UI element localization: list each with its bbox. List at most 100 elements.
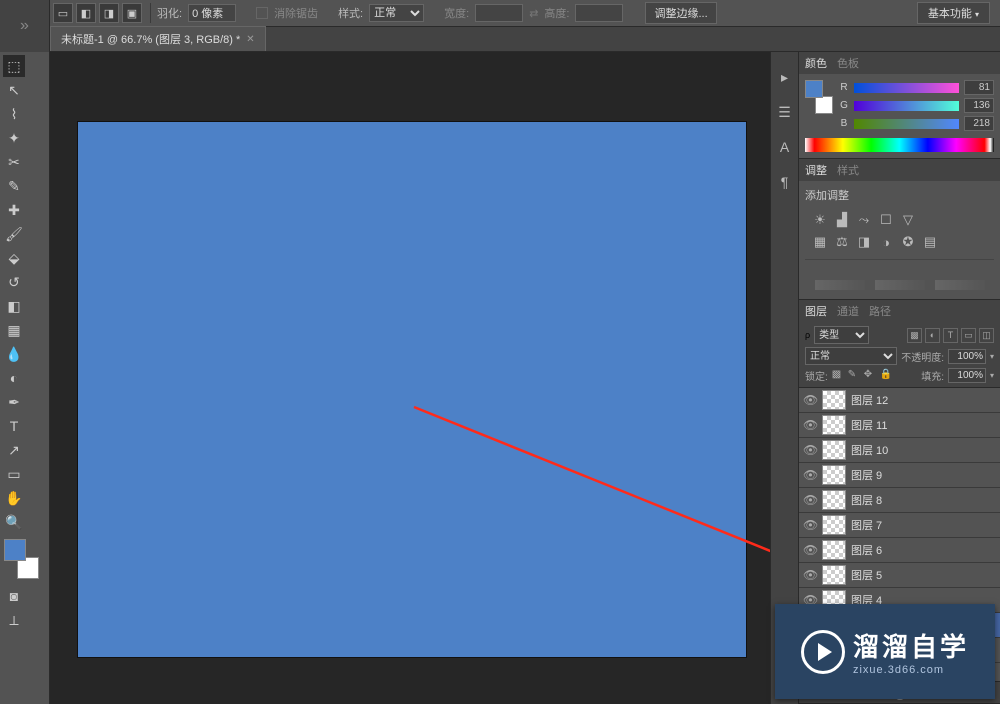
tab-swatches[interactable]: 色板 bbox=[837, 55, 859, 71]
tab-channels[interactable]: 通道 bbox=[837, 303, 859, 319]
marquee-tool[interactable]: ⬚ bbox=[3, 55, 25, 77]
photo-filter-icon[interactable]: ◑ bbox=[877, 233, 895, 251]
filter-shape-icon[interactable]: ▭ bbox=[961, 328, 976, 343]
layer-name[interactable]: 图层 12 bbox=[851, 392, 888, 408]
layer-name[interactable]: 图层 9 bbox=[851, 467, 882, 483]
layer-row[interactable]: 👁 图层 6 bbox=[799, 538, 1000, 563]
visibility-icon[interactable]: 👁 bbox=[803, 468, 817, 482]
shape-tool[interactable]: ▭ bbox=[3, 463, 25, 485]
levels-icon[interactable]: ▟ bbox=[833, 211, 851, 229]
intersect-selection-icon[interactable]: ▣ bbox=[122, 3, 142, 23]
quick-mask-tool[interactable]: ◙ bbox=[3, 585, 25, 607]
layer-name[interactable]: 图层 8 bbox=[851, 492, 882, 508]
layer-thumbnail[interactable] bbox=[823, 516, 845, 534]
layer-thumbnail[interactable] bbox=[823, 491, 845, 509]
vibrance-icon[interactable]: ▽ bbox=[899, 211, 917, 229]
layer-thumbnail[interactable] bbox=[823, 416, 845, 434]
character-panel-icon[interactable]: A bbox=[775, 137, 795, 157]
foreground-swatch[interactable] bbox=[4, 539, 26, 561]
visibility-icon[interactable]: 👁 bbox=[803, 418, 817, 432]
b-value[interactable]: 218 bbox=[964, 116, 994, 131]
hue-icon[interactable]: ▦ bbox=[811, 233, 829, 251]
layer-thumbnail[interactable] bbox=[823, 566, 845, 584]
move-tool[interactable]: ↖ bbox=[3, 79, 25, 101]
layer-row[interactable]: 👁 图层 11 bbox=[799, 413, 1000, 438]
b-slider[interactable] bbox=[854, 119, 959, 129]
tab-styles[interactable]: 样式 bbox=[837, 162, 859, 178]
balance-icon[interactable]: ⚖ bbox=[833, 233, 851, 251]
add-selection-icon[interactable]: ◧ bbox=[76, 3, 96, 23]
lock-pixel-icon[interactable]: ✎ bbox=[848, 369, 861, 382]
lock-position-icon[interactable]: ✥ bbox=[864, 369, 877, 382]
layer-filter-select[interactable]: 类型 bbox=[814, 326, 869, 344]
layer-name[interactable]: 图层 7 bbox=[851, 517, 882, 533]
document-tab[interactable]: 未标题-1 @ 66.7% (图层 3, RGB/8) * ✕ bbox=[50, 26, 266, 51]
crop-tool[interactable]: ✂ bbox=[3, 151, 25, 173]
workspace-select[interactable]: 基本功能 ▾ bbox=[917, 2, 990, 24]
selection-tool-icon[interactable]: ▭ bbox=[53, 3, 73, 23]
quick-select-tool[interactable]: ✦ bbox=[3, 127, 25, 149]
layer-row[interactable]: 👁 图层 7 bbox=[799, 513, 1000, 538]
zoom-tool[interactable]: 🔍 bbox=[3, 511, 25, 533]
visibility-icon[interactable]: 👁 bbox=[803, 443, 817, 457]
subtract-selection-icon[interactable]: ◨ bbox=[99, 3, 119, 23]
lookup-icon[interactable]: ▤ bbox=[921, 233, 939, 251]
eraser-tool[interactable]: ◧ bbox=[3, 295, 25, 317]
tab-adjustments[interactable]: 调整 bbox=[805, 162, 827, 178]
layer-row[interactable]: 👁 图层 12 bbox=[799, 388, 1000, 413]
layer-row[interactable]: 👁 图层 9 bbox=[799, 463, 1000, 488]
canvas-area[interactable] bbox=[50, 52, 770, 704]
bw-icon[interactable]: ◨ bbox=[855, 233, 873, 251]
r-value[interactable]: 81 bbox=[964, 80, 994, 95]
layer-name[interactable]: 图层 11 bbox=[851, 417, 887, 433]
layer-thumbnail[interactable] bbox=[823, 466, 845, 484]
layer-row[interactable]: 👁图层 8 bbox=[799, 488, 1000, 513]
close-icon[interactable]: ✕ bbox=[246, 34, 254, 45]
properties-panel-icon[interactable]: ☰ bbox=[775, 102, 795, 122]
canvas[interactable] bbox=[78, 122, 746, 657]
tab-paths[interactable]: 路径 bbox=[869, 303, 891, 319]
visibility-icon[interactable]: 👁 bbox=[803, 543, 817, 557]
healing-tool[interactable]: ✚ bbox=[3, 199, 25, 221]
history-panel-icon[interactable]: ▸ bbox=[775, 67, 795, 87]
visibility-icon[interactable]: 👁 bbox=[803, 393, 817, 407]
color-swatches[interactable] bbox=[4, 539, 44, 579]
filter-smart-icon[interactable]: ◫ bbox=[979, 328, 994, 343]
type-tool[interactable]: T bbox=[3, 415, 25, 437]
eyedropper-tool[interactable]: ✎ bbox=[3, 175, 25, 197]
feather-input[interactable] bbox=[188, 4, 236, 22]
filter-pixel-icon[interactable]: ▩ bbox=[907, 328, 922, 343]
layer-row[interactable]: 👁图层 10 bbox=[799, 438, 1000, 463]
paragraph-panel-icon[interactable]: ¶ bbox=[775, 172, 795, 192]
g-slider[interactable] bbox=[854, 101, 959, 111]
blend-mode-select[interactable]: 正常 bbox=[805, 347, 897, 365]
tab-color[interactable]: 颜色 bbox=[805, 55, 827, 71]
brightness-icon[interactable]: ☀ bbox=[811, 211, 829, 229]
hand-tool[interactable]: ✋ bbox=[3, 487, 25, 509]
spectrum-picker[interactable] bbox=[805, 138, 994, 152]
screenmode-tool[interactable]: ⟂ bbox=[3, 609, 25, 631]
stamp-tool[interactable]: ⬙ bbox=[3, 247, 25, 269]
antialias-checkbox[interactable] bbox=[256, 7, 268, 19]
exposure-icon[interactable]: ☐ bbox=[877, 211, 895, 229]
path-tool[interactable]: ↗ bbox=[3, 439, 25, 461]
visibility-icon[interactable]: 👁 bbox=[803, 518, 817, 532]
layer-name[interactable]: 图层 6 bbox=[851, 542, 882, 558]
history-brush-tool[interactable]: ↺ bbox=[3, 271, 25, 293]
layer-thumbnail[interactable] bbox=[823, 391, 845, 409]
blur-tool[interactable]: 💧 bbox=[3, 343, 25, 365]
opacity-field[interactable]: 100% bbox=[948, 349, 986, 364]
layer-name[interactable]: 图层 5 bbox=[851, 567, 882, 583]
gradient-tool[interactable]: ▦ bbox=[3, 319, 25, 341]
color-swatch-picker[interactable] bbox=[805, 80, 833, 120]
refine-edge-button[interactable]: 调整边缘... bbox=[645, 2, 716, 24]
dodge-tool[interactable]: ◐ bbox=[3, 367, 25, 389]
r-slider[interactable] bbox=[854, 83, 959, 93]
brush-tool[interactable]: 🖌 bbox=[3, 223, 25, 245]
lock-all-icon[interactable]: 🔒 bbox=[880, 369, 893, 382]
layer-thumbnail[interactable] bbox=[823, 441, 845, 459]
layer-row[interactable]: 👁图层 5 bbox=[799, 563, 1000, 588]
curves-icon[interactable]: ⤳ bbox=[855, 211, 873, 229]
layer-thumbnail[interactable] bbox=[823, 541, 845, 559]
filter-adj-icon[interactable]: ◐ bbox=[925, 328, 940, 343]
